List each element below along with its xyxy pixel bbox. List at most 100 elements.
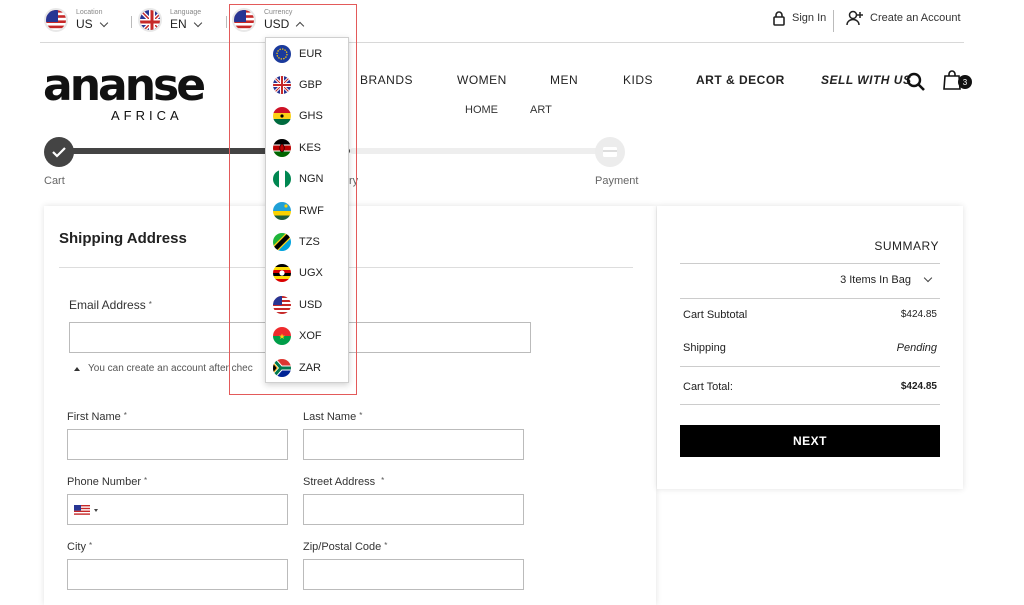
uk-flag-icon: [273, 76, 291, 95]
sign-in-link[interactable]: Sign In: [772, 10, 826, 26]
currency-option-label: NGN: [299, 173, 324, 186]
currency-option-label: EUR: [299, 47, 323, 60]
create-account-label: Create an Account: [870, 12, 961, 24]
total-label: Cart Total:: [683, 381, 733, 393]
logo-wordmark: ananse: [43, 60, 206, 111]
shipping-row: Shipping Pending: [683, 342, 937, 354]
divider: [226, 16, 227, 28]
nav-brands[interactable]: BRANDS: [360, 73, 413, 87]
currency-option-rwf[interactable]: RWF: [266, 195, 348, 226]
nav-kids[interactable]: KIDS: [623, 73, 653, 87]
chevron-down-icon: [923, 273, 933, 283]
progress-remaining-bar: [350, 148, 612, 154]
currency-option-kes[interactable]: KES: [266, 132, 348, 163]
required-mark: *: [384, 541, 388, 550]
search-icon[interactable]: [906, 72, 926, 92]
lock-icon: [773, 11, 785, 26]
ananse-logo[interactable]: ananse AFRICA: [43, 60, 206, 124]
shipping-value: Pending: [896, 342, 937, 354]
add-user-icon: [846, 10, 863, 26]
required-mark: *: [144, 476, 148, 485]
currency-option-label: KES: [299, 141, 322, 154]
currency-option-tzs[interactable]: TZS: [266, 226, 348, 257]
next-button[interactable]: NEXT: [680, 425, 940, 457]
currency-option-ugx[interactable]: UGX: [266, 258, 348, 289]
us-flag-icon: [74, 505, 90, 515]
uk-flag-icon: [138, 8, 162, 32]
last-name-field[interactable]: [303, 429, 524, 460]
eu-flag-icon: [273, 44, 291, 63]
last-name-label: Last Name *: [303, 411, 362, 423]
step-delivery-label: ry: [349, 175, 359, 187]
divider: [131, 16, 132, 28]
currency-option-zar[interactable]: ZAR: [266, 352, 348, 383]
currency-selector[interactable]: Currency USD: [232, 8, 305, 32]
email-label: Email Address *: [69, 298, 152, 312]
city-field[interactable]: [67, 559, 288, 590]
account-note-text: You can create an account after chec: [88, 363, 253, 374]
us-flag-icon: [232, 8, 256, 32]
caret-up-icon: [74, 366, 80, 371]
currency-dropdown: EUR GBP GHS KES NGN RWF TZS UGX USD XOF …: [265, 37, 349, 383]
chevron-down-icon: [99, 18, 108, 27]
phone-country-select[interactable]: [74, 505, 98, 515]
items-in-bag-toggle[interactable]: 3 Items In Bag: [840, 273, 933, 286]
currency-option-eur[interactable]: EUR: [266, 38, 348, 69]
nav-sell-with-us[interactable]: SELL WITH US: [821, 73, 911, 87]
sign-in-label: Sign In: [792, 12, 827, 24]
subnav-art[interactable]: ART: [530, 104, 552, 116]
zip-label-text: Zip/Postal Code: [303, 541, 382, 553]
currency-option-ngn[interactable]: NGN: [266, 164, 348, 195]
us-flag-icon: [273, 295, 291, 314]
language-label: Language: [170, 9, 202, 16]
us-flag-icon: [44, 8, 68, 32]
top-bar: Location US Language EN Currency USD Sig…: [40, 0, 964, 43]
first-name-label: First Name *: [67, 411, 127, 423]
currency-option-label: XOF: [299, 330, 322, 343]
currency-option-gbp[interactable]: GBP: [266, 69, 348, 100]
kenya-flag-icon: [273, 138, 291, 157]
chevron-down-icon: [193, 18, 202, 27]
tanzania-flag-icon: [273, 233, 291, 252]
ghana-flag-icon: [273, 107, 291, 126]
nav-women[interactable]: WOMEN: [457, 73, 507, 87]
currency-option-label: RWF: [299, 204, 324, 217]
street-address-label-text: Street Address: [303, 476, 376, 488]
currency-label: Currency: [264, 9, 293, 16]
currency-option-ghs[interactable]: GHS: [266, 101, 348, 132]
currency-option-usd[interactable]: USD: [266, 289, 348, 320]
rwanda-flag-icon: [273, 201, 291, 220]
phone-field[interactable]: [67, 494, 288, 525]
city-label: City *: [67, 541, 92, 553]
nav-men[interactable]: MEN: [550, 73, 578, 87]
language-selector[interactable]: Language EN: [138, 8, 202, 32]
city-label-text: City: [67, 541, 86, 553]
location-value: US: [76, 17, 93, 31]
currency-option-xof[interactable]: XOF: [266, 321, 348, 352]
shipping-label: Shipping: [683, 342, 726, 354]
total-value: $424.85: [900, 381, 937, 392]
zip-label: Zip/Postal Code *: [303, 541, 387, 553]
step-payment-label: Payment: [595, 175, 639, 187]
subtotal-value: $424.85: [900, 309, 937, 320]
nav-art-decor[interactable]: ART & DECOR: [696, 73, 785, 87]
subnav-home[interactable]: HOME: [465, 104, 498, 116]
currency-value: USD: [264, 17, 290, 31]
location-selector[interactable]: Location US: [44, 8, 108, 32]
first-name-field[interactable]: [67, 429, 288, 460]
chevron-up-icon: [296, 21, 305, 31]
zip-field[interactable]: [303, 559, 524, 590]
location-label: Location: [76, 9, 103, 16]
required-mark: *: [381, 476, 385, 485]
currency-option-label: ZAR: [299, 361, 321, 374]
create-account-link[interactable]: Create an Account: [846, 10, 961, 26]
shipping-address-title: Shipping Address: [59, 230, 187, 247]
subtotal-row: Cart Subtotal $424.85: [683, 309, 937, 321]
cart-button[interactable]: 3: [942, 69, 974, 93]
required-mark: *: [359, 411, 363, 420]
street-address-field[interactable]: [303, 494, 524, 525]
account-note: You can create an account after chec: [74, 363, 253, 374]
first-name-label-text: First Name: [67, 411, 121, 423]
currency-option-label: UGX: [299, 267, 323, 280]
required-mark: *: [123, 411, 127, 420]
